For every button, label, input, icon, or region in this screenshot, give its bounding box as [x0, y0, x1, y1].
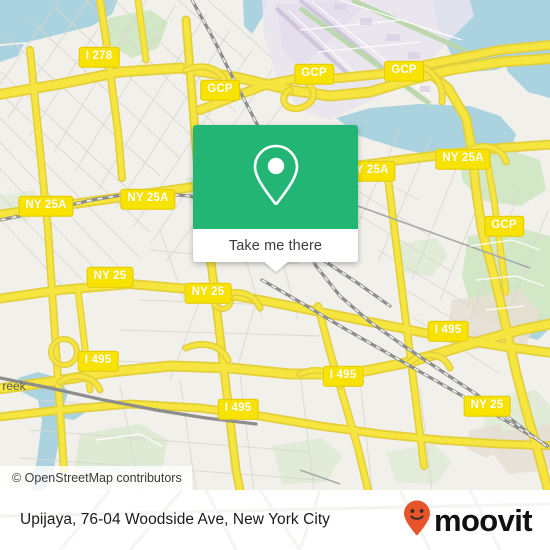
road-shield[interactable]: GCP [294, 63, 334, 85]
take-me-there-label: Take me there [228, 237, 323, 254]
road-shield[interactable]: NY 25 [86, 266, 134, 288]
road-shield[interactable]: I 495 [322, 365, 364, 387]
moovit-wordmark: moovit [433, 502, 533, 538]
popup-icon-panel [193, 125, 358, 229]
location-address: Upijaya, 76-04 Woodside Ave, New York Ci… [20, 511, 330, 528]
road-shield[interactable]: I 495 [77, 350, 119, 372]
osm-attribution[interactable]: © OpenStreetMap contributors [0, 466, 192, 490]
map-screenshot: reek I 278 GCP GCP GCP NY 25A NY 25A NY … [0, 0, 550, 550]
road-shield[interactable]: NY 25A [18, 195, 74, 217]
bottom-info-bar: Upijaya, 76-04 Woodside Ave, New York Ci… [0, 490, 550, 550]
road-shield[interactable]: I 495 [427, 320, 469, 342]
road-shield[interactable]: GCP [384, 60, 424, 82]
moovit-logo[interactable]: moovit [402, 499, 533, 542]
road-shield[interactable]: NY 25A [435, 148, 491, 170]
location-pin-icon [248, 140, 304, 215]
road-shield[interactable]: NY 25 [184, 282, 232, 304]
road-shield[interactable]: GCP [484, 215, 524, 237]
road-shield[interactable]: GCP [200, 79, 240, 101]
map-canvas[interactable]: reek I 278 GCP GCP GCP NY 25A NY 25A NY … [0, 0, 550, 490]
popup-pointer-tail [262, 261, 289, 272]
map-label-creek: reek [2, 379, 26, 393]
moovit-smiley-pin-icon [402, 499, 432, 542]
road-shield[interactable]: NY 25 [463, 395, 511, 417]
popup-action-bar[interactable]: Take me there [193, 229, 358, 272]
road-shield[interactable]: I 495 [217, 398, 259, 420]
road-shield[interactable]: I 278 [78, 46, 120, 68]
road-shield[interactable]: NY 25A [120, 188, 176, 210]
location-popup-card[interactable]: Take me there [193, 125, 358, 272]
